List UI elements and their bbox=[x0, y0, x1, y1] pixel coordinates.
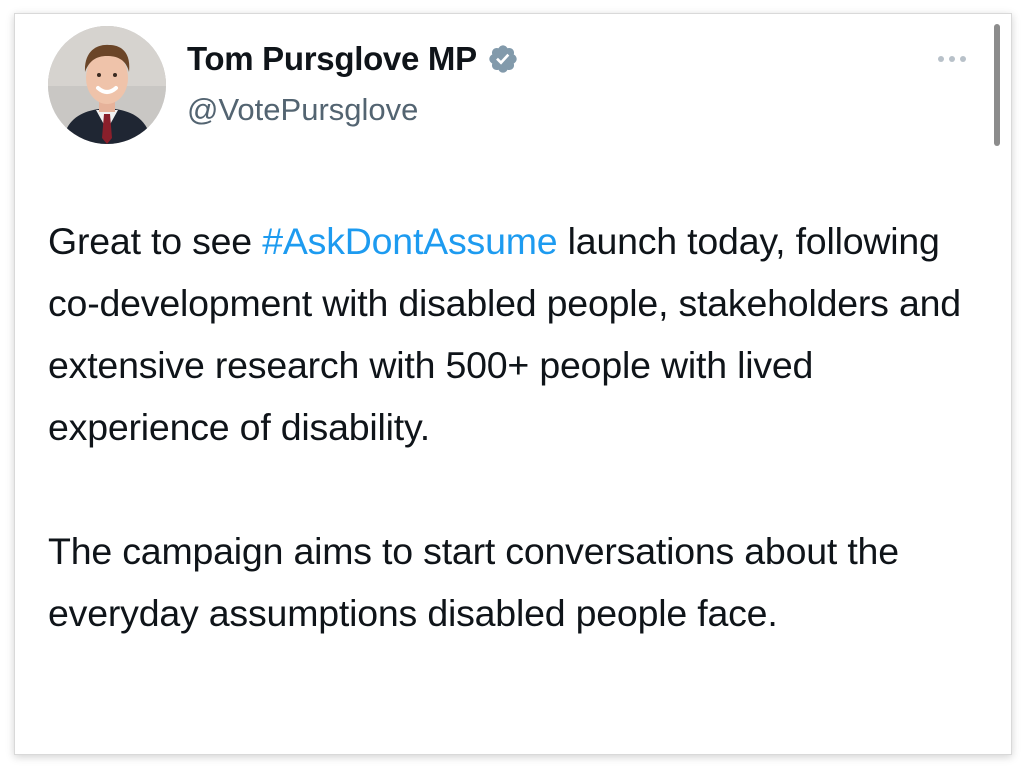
author-display-name[interactable]: Tom Pursglove MP bbox=[187, 40, 477, 78]
author-handle[interactable]: @VotePursglove bbox=[187, 92, 418, 128]
tweet-paragraph-1: Great to see #AskDontAssume launch today… bbox=[48, 210, 978, 458]
tweet-text: Great to see #AskDontAssume launch today… bbox=[48, 210, 978, 644]
avatar[interactable] bbox=[48, 26, 166, 144]
tweet-card: Tom Pursglove MP @VotePursglove Great to… bbox=[14, 13, 1012, 755]
more-dot bbox=[960, 56, 966, 62]
more-dot bbox=[949, 56, 955, 62]
author-name-row: Tom Pursglove MP bbox=[187, 40, 519, 78]
tweet-paragraph-2: The campaign aims to start conversations… bbox=[48, 530, 899, 634]
verified-badge-icon bbox=[487, 43, 519, 75]
hashtag-link[interactable]: #AskDontAssume bbox=[262, 220, 557, 262]
more-options-icon[interactable] bbox=[925, 44, 979, 74]
scrollbar[interactable] bbox=[994, 24, 1000, 146]
more-dot bbox=[938, 56, 944, 62]
tweet-text-intro: Great to see bbox=[48, 220, 263, 262]
profile-photo bbox=[48, 26, 166, 144]
